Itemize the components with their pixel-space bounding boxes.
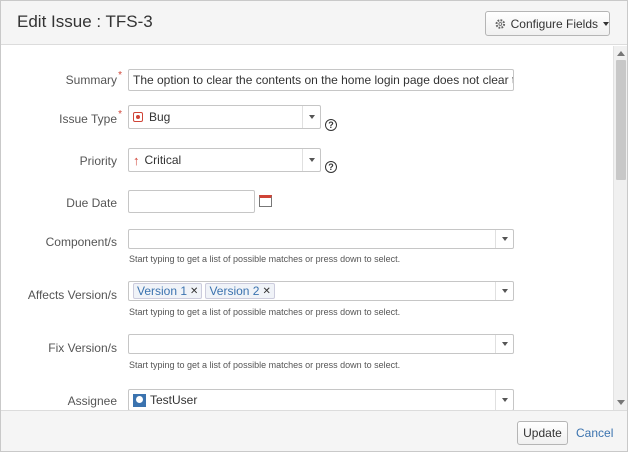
issue-type-value: Bug [149,110,171,124]
chevron-down-icon[interactable] [495,335,513,353]
required-marker: * [118,109,122,120]
components-label: Component/s [1,235,117,249]
configure-fields-button[interactable]: Configure Fields [485,11,610,36]
priority-label: Priority [1,154,117,168]
chevron-down-icon [603,21,609,26]
chevron-down-icon[interactable] [495,282,513,300]
bug-icon [133,112,143,122]
required-marker: * [118,70,122,81]
help-icon[interactable]: ? [325,161,337,173]
scrollbar-thumb[interactable] [616,60,626,180]
affects-versions-label-text: Affects Version/s [27,288,117,302]
chevron-down-icon[interactable] [302,149,320,171]
fix-versions-label: Fix Version/s [1,341,117,355]
calendar-icon[interactable] [259,195,272,207]
affects-versions-input[interactable]: Version 1 ✕ Version 2 ✕ [128,281,514,301]
summary-value: The option to clear the contents on the … [133,73,514,87]
due-date-input[interactable] [128,190,255,213]
version-tag-label: Version 2 [209,284,260,298]
version-tag: Version 2 ✕ [205,283,275,299]
summary-label: Summary * [1,70,122,87]
version-tag-label: Version 1 [137,284,188,298]
dialog-header: Edit Issue : TFS-3 Configure Fields [1,1,627,45]
summary-input[interactable]: The option to clear the contents on the … [128,69,514,91]
chevron-down-icon[interactable] [495,390,513,410]
scroll-up-arrow-icon[interactable] [617,51,625,56]
dialog-title: Edit Issue : TFS-3 [17,12,153,31]
remove-tag-icon[interactable]: ✕ [190,286,198,297]
components-label-text: Component/s [45,235,117,249]
update-button[interactable]: Update [517,421,568,445]
affects-versions-hint: Start typing to get a list of possible m… [129,307,401,317]
configure-fields-label: Configure Fields [510,16,598,31]
gear-icon [495,18,506,29]
assignee-label-text: Assignee [67,394,117,408]
chevron-down-icon[interactable] [495,230,513,248]
help-icon[interactable]: ? [325,119,337,131]
fix-versions-hint: Start typing to get a list of possible m… [129,360,401,370]
summary-label-text: Summary [65,73,117,87]
issue-type-select[interactable]: Bug [128,105,321,129]
affects-versions-label: Affects Version/s [1,288,117,302]
components-hint: Start typing to get a list of possible m… [129,254,401,264]
priority-value: Critical [144,153,182,167]
dialog-footer: Update Cancel [1,410,627,451]
user-avatar-icon [133,393,146,407]
cancel-link[interactable]: Cancel [576,426,613,440]
assignee-input[interactable]: TestUser [128,389,514,410]
scrollbar[interactable] [613,46,627,410]
issue-type-label-text: Issue Type [59,112,117,126]
components-input[interactable] [128,229,514,249]
form-body: Summary * The option to clear the conten… [1,46,613,410]
edit-issue-dialog: Edit Issue : TFS-3 Configure Fields Summ… [0,0,628,452]
due-date-label-text: Due Date [66,196,117,210]
version-tag: Version 1 ✕ [133,283,203,299]
due-date-label: Due Date [1,196,117,210]
priority-critical-icon: ↑ [133,152,140,168]
remove-tag-icon[interactable]: ✕ [262,286,270,297]
fix-versions-label-text: Fix Version/s [48,341,117,355]
assignee-value: TestUser [150,393,198,407]
issue-type-label: Issue Type * [1,109,122,126]
priority-label-text: Priority [79,154,117,168]
fix-versions-input[interactable] [128,334,514,354]
scroll-down-arrow-icon[interactable] [617,400,625,405]
priority-select[interactable]: ↑ Critical [128,148,321,172]
assignee-label: Assignee [1,394,117,408]
chevron-down-icon[interactable] [302,106,320,128]
